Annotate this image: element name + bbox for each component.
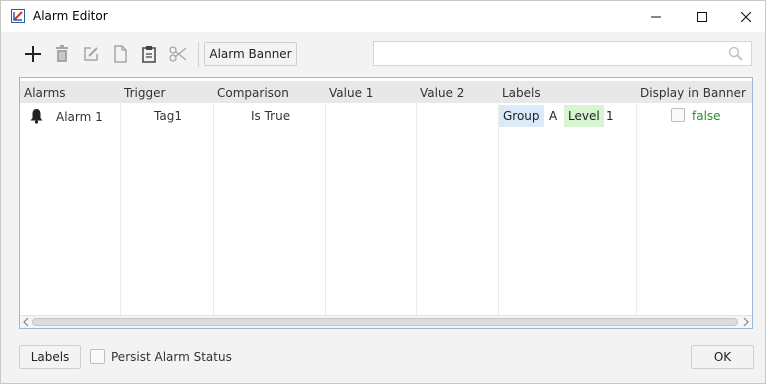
edit-icon[interactable] <box>79 43 103 65</box>
labels-button[interactable]: Labels <box>19 345 81 369</box>
alarm-editor-window: Alarm Editor Alarm Banner Alarms Trigger… <box>0 0 766 384</box>
table-row[interactable]: Alarm 1 Tag1 Is True Group A Level 1 fal… <box>20 103 752 129</box>
delete-icon[interactable] <box>50 43 74 65</box>
column-divider <box>325 103 326 315</box>
app-icon <box>11 9 25 23</box>
column-divider <box>636 103 637 315</box>
header-labels[interactable]: Labels <box>502 86 541 100</box>
window-title: Alarm Editor <box>33 9 108 23</box>
scroll-right-icon[interactable] <box>741 316 751 328</box>
column-divider <box>498 103 499 315</box>
paste-icon[interactable] <box>137 43 161 65</box>
column-divider <box>213 103 214 315</box>
title-bar: Alarm Editor <box>1 1 765 32</box>
alarm-name: Alarm 1 <box>56 110 103 124</box>
cut-icon[interactable] <box>166 43 190 65</box>
column-divider <box>120 103 121 315</box>
column-divider <box>416 103 417 315</box>
persist-alarm-status-label: Persist Alarm Status <box>111 350 232 364</box>
display-in-banner-checkbox[interactable] <box>671 108 685 122</box>
table-header: Alarms Trigger Comparison Value 1 Value … <box>20 81 752 103</box>
trigger-value: Tag1 <box>154 109 182 123</box>
maximize-button[interactable] <box>679 1 725 32</box>
scrollbar-thumb[interactable] <box>32 318 738 326</box>
comparison-value: Is True <box>251 109 291 123</box>
header-value-1[interactable]: Value 1 <box>329 86 373 100</box>
header-alarms[interactable]: Alarms <box>24 86 66 100</box>
header-comparison[interactable]: Comparison <box>217 86 289 100</box>
add-icon[interactable] <box>21 43 45 65</box>
horizontal-scrollbar[interactable] <box>20 315 752 328</box>
minimize-button[interactable] <box>633 1 679 32</box>
toolbar-separator <box>198 42 199 67</box>
label-key-group: Group <box>499 105 544 127</box>
alarm-banner-button[interactable]: Alarm Banner <box>204 42 297 66</box>
ok-button[interactable]: OK <box>691 345 754 369</box>
label-key-level: Level <box>564 105 604 127</box>
copy-icon[interactable] <box>108 43 132 65</box>
header-display-in-banner[interactable]: Display in Banner <box>640 86 746 100</box>
bell-icon <box>30 108 43 127</box>
alarms-table: Alarms Trigger Comparison Value 1 Value … <box>19 77 753 329</box>
display-in-banner-value: false <box>692 109 721 123</box>
label-value-group: A <box>549 109 558 123</box>
header-trigger[interactable]: Trigger <box>124 86 165 100</box>
scroll-left-icon[interactable] <box>21 316 31 328</box>
search-input[interactable] <box>373 41 752 66</box>
header-value-2[interactable]: Value 2 <box>420 86 464 100</box>
persist-alarm-status-checkbox[interactable] <box>90 349 105 364</box>
label-value-level: 1 <box>606 109 614 123</box>
search-icon <box>728 46 743 64</box>
close-button[interactable] <box>723 1 766 32</box>
